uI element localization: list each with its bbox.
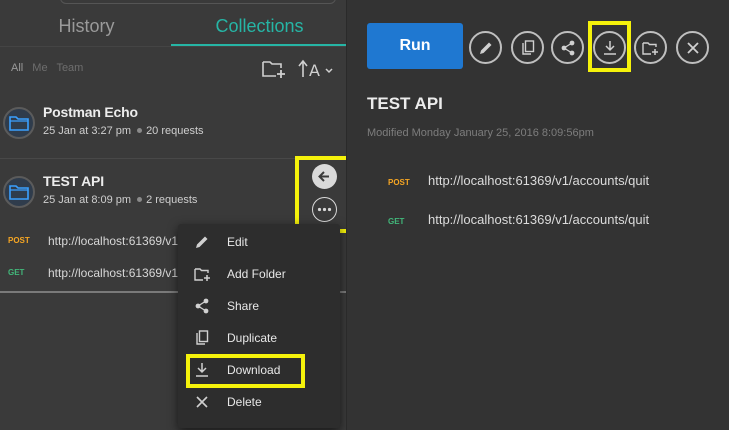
folder-icon	[3, 107, 35, 139]
collection-name: TEST API	[43, 173, 104, 189]
search-input[interactable]	[60, 0, 336, 4]
tab-collections[interactable]: Collections	[173, 8, 346, 48]
menu-item-share[interactable]: Share	[178, 290, 340, 322]
request-method: POST	[388, 178, 410, 187]
sort-icon[interactable]: A	[298, 57, 338, 81]
menu-item-label: Edit	[227, 235, 248, 249]
request-url: http://localhost:61369/v1/accounts/quit	[48, 234, 178, 248]
svg-text:A: A	[309, 61, 320, 80]
filter-me[interactable]: Me	[32, 62, 47, 74]
close-icon	[196, 396, 208, 408]
pencil-icon	[479, 42, 491, 54]
filter-team[interactable]: Team	[56, 62, 83, 74]
menu-item-label: Add Folder	[227, 267, 286, 281]
request-method: GET	[8, 268, 25, 277]
collection-date: 25 Jan at 3:27 pm	[43, 125, 132, 137]
collection-date: 25 Jan at 8:09 pm	[43, 194, 132, 206]
share-icon	[195, 298, 209, 314]
duplicate-icon	[196, 330, 209, 345]
collection-menu: Edit Add Folder Share Duplicate Download…	[178, 224, 340, 428]
divider	[0, 46, 346, 47]
duplicate-icon	[521, 39, 534, 55]
request-item[interactable]: POST http://localhost:61369/v1/accounts/q…	[388, 173, 649, 188]
menu-item-label: Delete	[227, 395, 262, 409]
highlight-box	[588, 21, 631, 72]
new-collection-icon[interactable]	[261, 58, 287, 80]
share-button[interactable]	[551, 31, 584, 64]
separator-dot	[137, 128, 143, 134]
highlight-box	[186, 354, 305, 388]
menu-item-delete[interactable]: Delete	[178, 386, 340, 418]
menu-item-label: Duplicate	[227, 331, 278, 345]
request-method: GET	[388, 217, 405, 226]
menu-item-duplicate[interactable]: Duplicate	[178, 322, 340, 354]
share-icon	[561, 40, 574, 55]
add-folder-button[interactable]	[634, 31, 667, 64]
edit-button[interactable]	[469, 31, 502, 64]
collection-title: TEST API	[367, 94, 443, 113]
separator-dot	[137, 197, 143, 203]
sidebar-tabs: History Collections	[0, 8, 346, 48]
collection-item[interactable]: Postman Echo 25 Jan at 3:27 pm 20 request…	[0, 90, 346, 158]
sidebar: History Collections All Me Team A Postma…	[0, 0, 357, 430]
collection-request-count: 2 requests	[146, 194, 198, 206]
add-folder-icon	[641, 41, 658, 55]
request-item[interactable]: GET http://localhost:61369/v1/accounts/qu…	[388, 212, 649, 227]
request-url: http://localhost:61369/v1/accounts/quit	[428, 173, 650, 188]
delete-button[interactable]	[676, 31, 709, 64]
collection-meta: 25 Jan at 3:27 pm 20 requests	[43, 125, 204, 137]
filter-all[interactable]: All	[11, 62, 23, 74]
collection-request-count: 20 requests	[146, 125, 204, 137]
collection-filters: All Me Team	[11, 62, 89, 74]
tab-history[interactable]: History	[0, 8, 173, 48]
folder-icon	[3, 176, 35, 208]
request-method: POST	[8, 236, 30, 245]
menu-item-add-folder[interactable]: Add Folder	[178, 258, 340, 290]
close-icon	[686, 41, 699, 54]
collection-name: Postman Echo	[43, 104, 138, 120]
menu-item-edit[interactable]: Edit	[178, 226, 340, 258]
modified-date: Modified Monday January 25, 2016 8:09:56…	[367, 127, 594, 139]
duplicate-button[interactable]	[511, 31, 544, 64]
pencil-icon	[196, 236, 208, 248]
add-folder-icon	[194, 268, 210, 281]
menu-item-label: Share	[227, 299, 260, 313]
request-url: http://localhost:61369/v1/accounts/quit	[48, 266, 178, 280]
run-button[interactable]: Run	[367, 23, 463, 69]
request-url: http://localhost:61369/v1/accounts/quit	[428, 212, 650, 227]
collection-meta: 25 Jan at 8:09 pm 2 requests	[43, 194, 197, 206]
